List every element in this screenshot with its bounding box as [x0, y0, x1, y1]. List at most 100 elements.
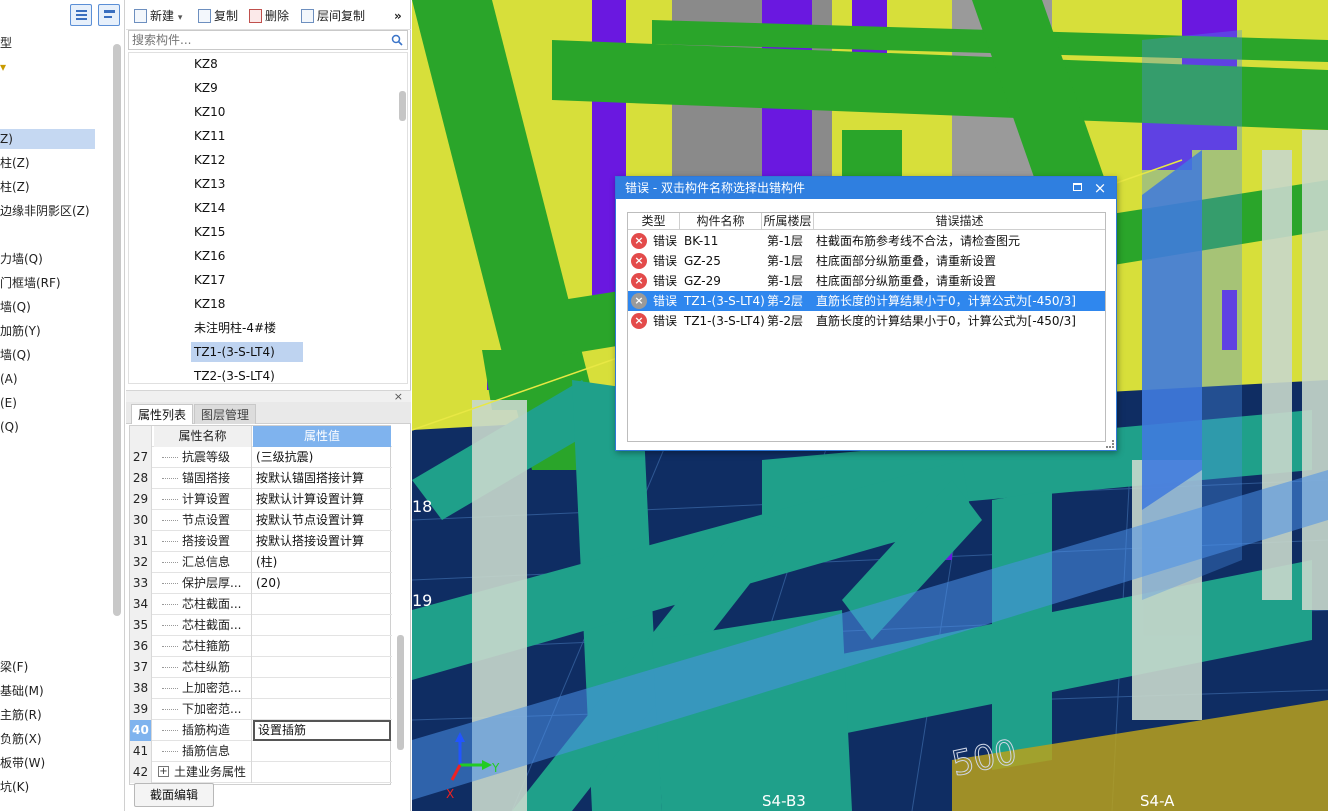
- error-component-name[interactable]: GZ-25: [684, 251, 721, 271]
- error-row[interactable]: × 错误 TZ1-(3-S-LT4) 第-2层 直筋长度的计算结果小于0，计算公…: [628, 311, 1105, 331]
- list-item[interactable]: KZ11: [191, 126, 228, 146]
- property-table-scrollbar[interactable]: [397, 635, 404, 750]
- property-value[interactable]: [253, 636, 391, 657]
- table-row-current[interactable]: 40 插筋构造 设置插筋: [130, 720, 392, 741]
- card-view-icon[interactable]: [98, 4, 120, 26]
- error-component-name[interactable]: TZ1-(3-S-LT4): [684, 311, 765, 331]
- property-value[interactable]: 按默认节点设置计算: [253, 510, 391, 531]
- expand-icon[interactable]: +: [158, 766, 169, 777]
- maximize-icon[interactable]: [1073, 183, 1082, 191]
- column-header-type[interactable]: 类型: [628, 213, 680, 230]
- error-row[interactable]: × 错误 GZ-29 第-1层 柱底面部分纵筋重叠，请重新设置: [628, 271, 1105, 291]
- tree-item[interactable]: 负筋(X): [0, 729, 42, 749]
- tree-item[interactable]: 板带(W): [0, 753, 45, 773]
- property-value[interactable]: [253, 615, 391, 636]
- list-item[interactable]: 未注明柱-4#楼: [191, 318, 279, 338]
- new-button[interactable]: 新建 ▾: [134, 6, 182, 26]
- error-description: 柱截面布筋参考线不合法，请检查图元: [816, 234, 1021, 248]
- tree-item[interactable]: 边缘非阴影区(Z): [0, 201, 90, 221]
- table-row[interactable]: 37 芯柱纵筋: [130, 657, 392, 678]
- error-component-name[interactable]: TZ1-(3-S-LT4): [684, 291, 765, 311]
- list-item[interactable]: KZ13: [191, 174, 228, 194]
- table-row-group[interactable]: 42 + 土建业务属性: [130, 762, 392, 783]
- error-row[interactable]: × 错误 BK-11 第-1层 柱截面布筋参考线不合法，请检查图元: [628, 231, 1105, 251]
- resize-grip-icon[interactable]: [1106, 440, 1114, 448]
- list-item[interactable]: KZ16: [191, 246, 228, 266]
- list-item[interactable]: KZ18: [191, 294, 228, 314]
- property-value[interactable]: [253, 594, 391, 615]
- tree-item[interactable]: 柱(Z): [0, 153, 30, 173]
- tree-item[interactable]: 加筋(Y): [0, 321, 41, 341]
- property-value[interactable]: (20): [253, 573, 391, 594]
- tree-item[interactable]: 梁(F): [0, 657, 28, 677]
- table-row[interactable]: 33 保护层厚... (20): [130, 573, 392, 594]
- section-edit-button[interactable]: 截面编辑: [134, 783, 214, 807]
- table-row[interactable]: 32 汇总信息 (柱): [130, 552, 392, 573]
- search-icon[interactable]: [391, 34, 403, 46]
- table-row[interactable]: 36 芯柱箍筋: [130, 636, 392, 657]
- list-item[interactable]: KZ9: [191, 78, 221, 98]
- property-value[interactable]: 按默认搭接设置计算: [253, 531, 391, 552]
- toolbar-overflow-button[interactable]: »: [394, 6, 402, 26]
- error-row-selected[interactable]: × 错误 TZ1-(3-S-LT4) 第-2层 直筋长度的计算结果小于0，计算公…: [628, 291, 1105, 311]
- table-row[interactable]: 27 抗震等级 (三级抗震): [130, 447, 392, 468]
- tree-item[interactable]: 坑(K): [0, 777, 29, 797]
- property-value[interactable]: 按默认锚固搭接计算: [253, 468, 391, 489]
- list-item[interactable]: KZ12: [191, 150, 228, 170]
- error-component-name[interactable]: BK-11: [684, 231, 718, 251]
- delete-button[interactable]: 删除: [249, 6, 289, 26]
- property-value-editor[interactable]: 设置插筋: [253, 720, 391, 741]
- tree-item[interactable]: (A): [0, 369, 18, 389]
- property-value[interactable]: 按默认计算设置计算: [253, 489, 391, 510]
- tree-item[interactable]: 力墙(Q): [0, 249, 43, 269]
- column-header-description[interactable]: 错误描述: [814, 213, 1105, 230]
- property-value[interactable]: [253, 741, 391, 762]
- list-item[interactable]: KZ10: [191, 102, 228, 122]
- tree-item-selected[interactable]: Z): [0, 129, 95, 149]
- row-number: 35: [130, 615, 152, 636]
- tree-item[interactable]: 墙(Q): [0, 345, 31, 365]
- list-view-icon[interactable]: [70, 4, 92, 26]
- tree-item[interactable]: 基础(M): [0, 681, 44, 701]
- list-item[interactable]: TZ2-(3-S-LT4): [191, 366, 278, 383]
- tree-item[interactable]: 主筋(R): [0, 705, 42, 725]
- column-header-floor[interactable]: 所属楼层: [762, 213, 814, 230]
- table-row[interactable]: 31 搭接设置 按默认搭接设置计算: [130, 531, 392, 552]
- property-value[interactable]: [253, 657, 391, 678]
- table-row[interactable]: 30 节点设置 按默认节点设置计算: [130, 510, 392, 531]
- table-row[interactable]: 39 下加密范...: [130, 699, 392, 720]
- list-item[interactable]: KZ14: [191, 198, 228, 218]
- property-value[interactable]: [253, 699, 391, 720]
- floor-copy-button[interactable]: 层间复制: [301, 6, 365, 26]
- property-value[interactable]: [253, 678, 391, 699]
- column-header-name[interactable]: 构件名称: [680, 213, 762, 230]
- table-row[interactable]: 41 插筋信息: [130, 741, 392, 762]
- list-item[interactable]: KZ8: [191, 54, 221, 74]
- tree-item[interactable]: 型: [0, 33, 12, 53]
- tree-item[interactable]: (Q): [0, 417, 19, 437]
- dialog-title-bar[interactable]: 错误 - 双击构件名称选择出错构件 ×: [616, 177, 1116, 199]
- property-value[interactable]: (柱): [253, 552, 391, 573]
- table-row[interactable]: 28 锚固搭接 按默认锚固搭接计算: [130, 468, 392, 489]
- search-input[interactable]: [132, 32, 382, 48]
- tab-layer-management[interactable]: 图层管理: [194, 404, 257, 424]
- tree-item[interactable]: 柱(Z): [0, 177, 30, 197]
- copy-button[interactable]: 复制: [198, 6, 238, 26]
- close-icon[interactable]: ×: [1092, 177, 1108, 199]
- table-row[interactable]: 38 上加密范...: [130, 678, 392, 699]
- list-item[interactable]: KZ17: [191, 270, 228, 290]
- error-component-name[interactable]: GZ-29: [684, 271, 721, 291]
- table-row[interactable]: 35 芯柱截面...: [130, 615, 392, 636]
- component-list-scrollbar[interactable]: [399, 91, 406, 121]
- tree-item[interactable]: (E): [0, 393, 17, 413]
- table-row[interactable]: 34 芯柱截面...: [130, 594, 392, 615]
- tree-scrollbar[interactable]: [113, 44, 121, 616]
- property-value[interactable]: (三级抗震): [253, 447, 391, 468]
- tree-item[interactable]: 门框墙(RF): [0, 273, 61, 293]
- error-row[interactable]: × 错误 GZ-25 第-1层 柱底面部分纵筋重叠，请重新设置: [628, 251, 1105, 271]
- list-item[interactable]: KZ15: [191, 222, 228, 242]
- tab-property-list[interactable]: 属性列表: [131, 404, 194, 424]
- list-item-selected[interactable]: TZ1-(3-S-LT4): [191, 342, 303, 362]
- tree-item[interactable]: 墙(Q): [0, 297, 31, 317]
- table-row[interactable]: 29 计算设置 按默认计算设置计算: [130, 489, 392, 510]
